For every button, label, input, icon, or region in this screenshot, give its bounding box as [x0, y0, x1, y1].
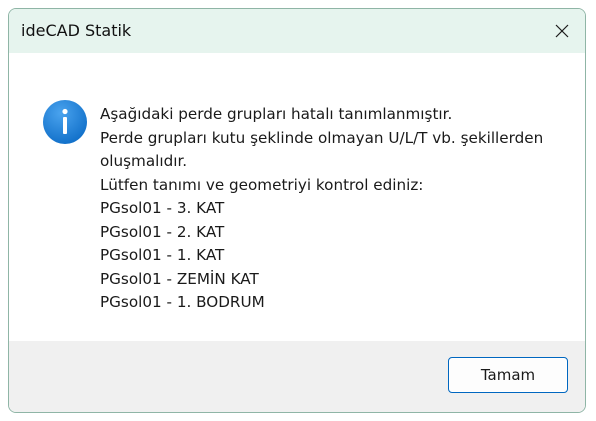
message-text: Aşağıdaki perde grupları hatalı tanımlan… [100, 103, 570, 315]
dialog-content: Aşağıdaki perde grupları hatalı tanımlan… [9, 53, 585, 341]
title-bar[interactable]: ideCAD Statik [9, 9, 585, 53]
dialog-window: ideCAD Statik Aşağıdaki perde grupları h… [8, 8, 586, 413]
message-line: Perde grupları kutu şeklinde olmayan U/L… [100, 128, 544, 147]
close-button[interactable] [539, 9, 585, 53]
ok-button[interactable]: Tamam [448, 357, 568, 393]
close-icon [555, 24, 569, 38]
wall-group-item: PGsol01 - 1. KAT [100, 246, 225, 264]
message-line: Aşağıdaki perde grupları hatalı tanımlan… [100, 105, 453, 123]
wall-group-item: PGsol01 - ZEMİN KAT [100, 269, 259, 288]
wall-group-item: PGsol01 - 2. KAT [100, 222, 225, 241]
message-line: oluşmalıdır. [100, 152, 188, 170]
wall-group-item: PGsol01 - 1. BODRUM [100, 293, 265, 311]
window-title: ideCAD Statik [21, 21, 132, 40]
dialog-footer: Tamam [9, 341, 585, 412]
message-line: Lütfen tanımı ve geometriyi kontrol edin… [100, 175, 424, 194]
info-icon [43, 100, 87, 144]
wall-group-item: PGsol01 - 3. KAT [100, 199, 225, 217]
